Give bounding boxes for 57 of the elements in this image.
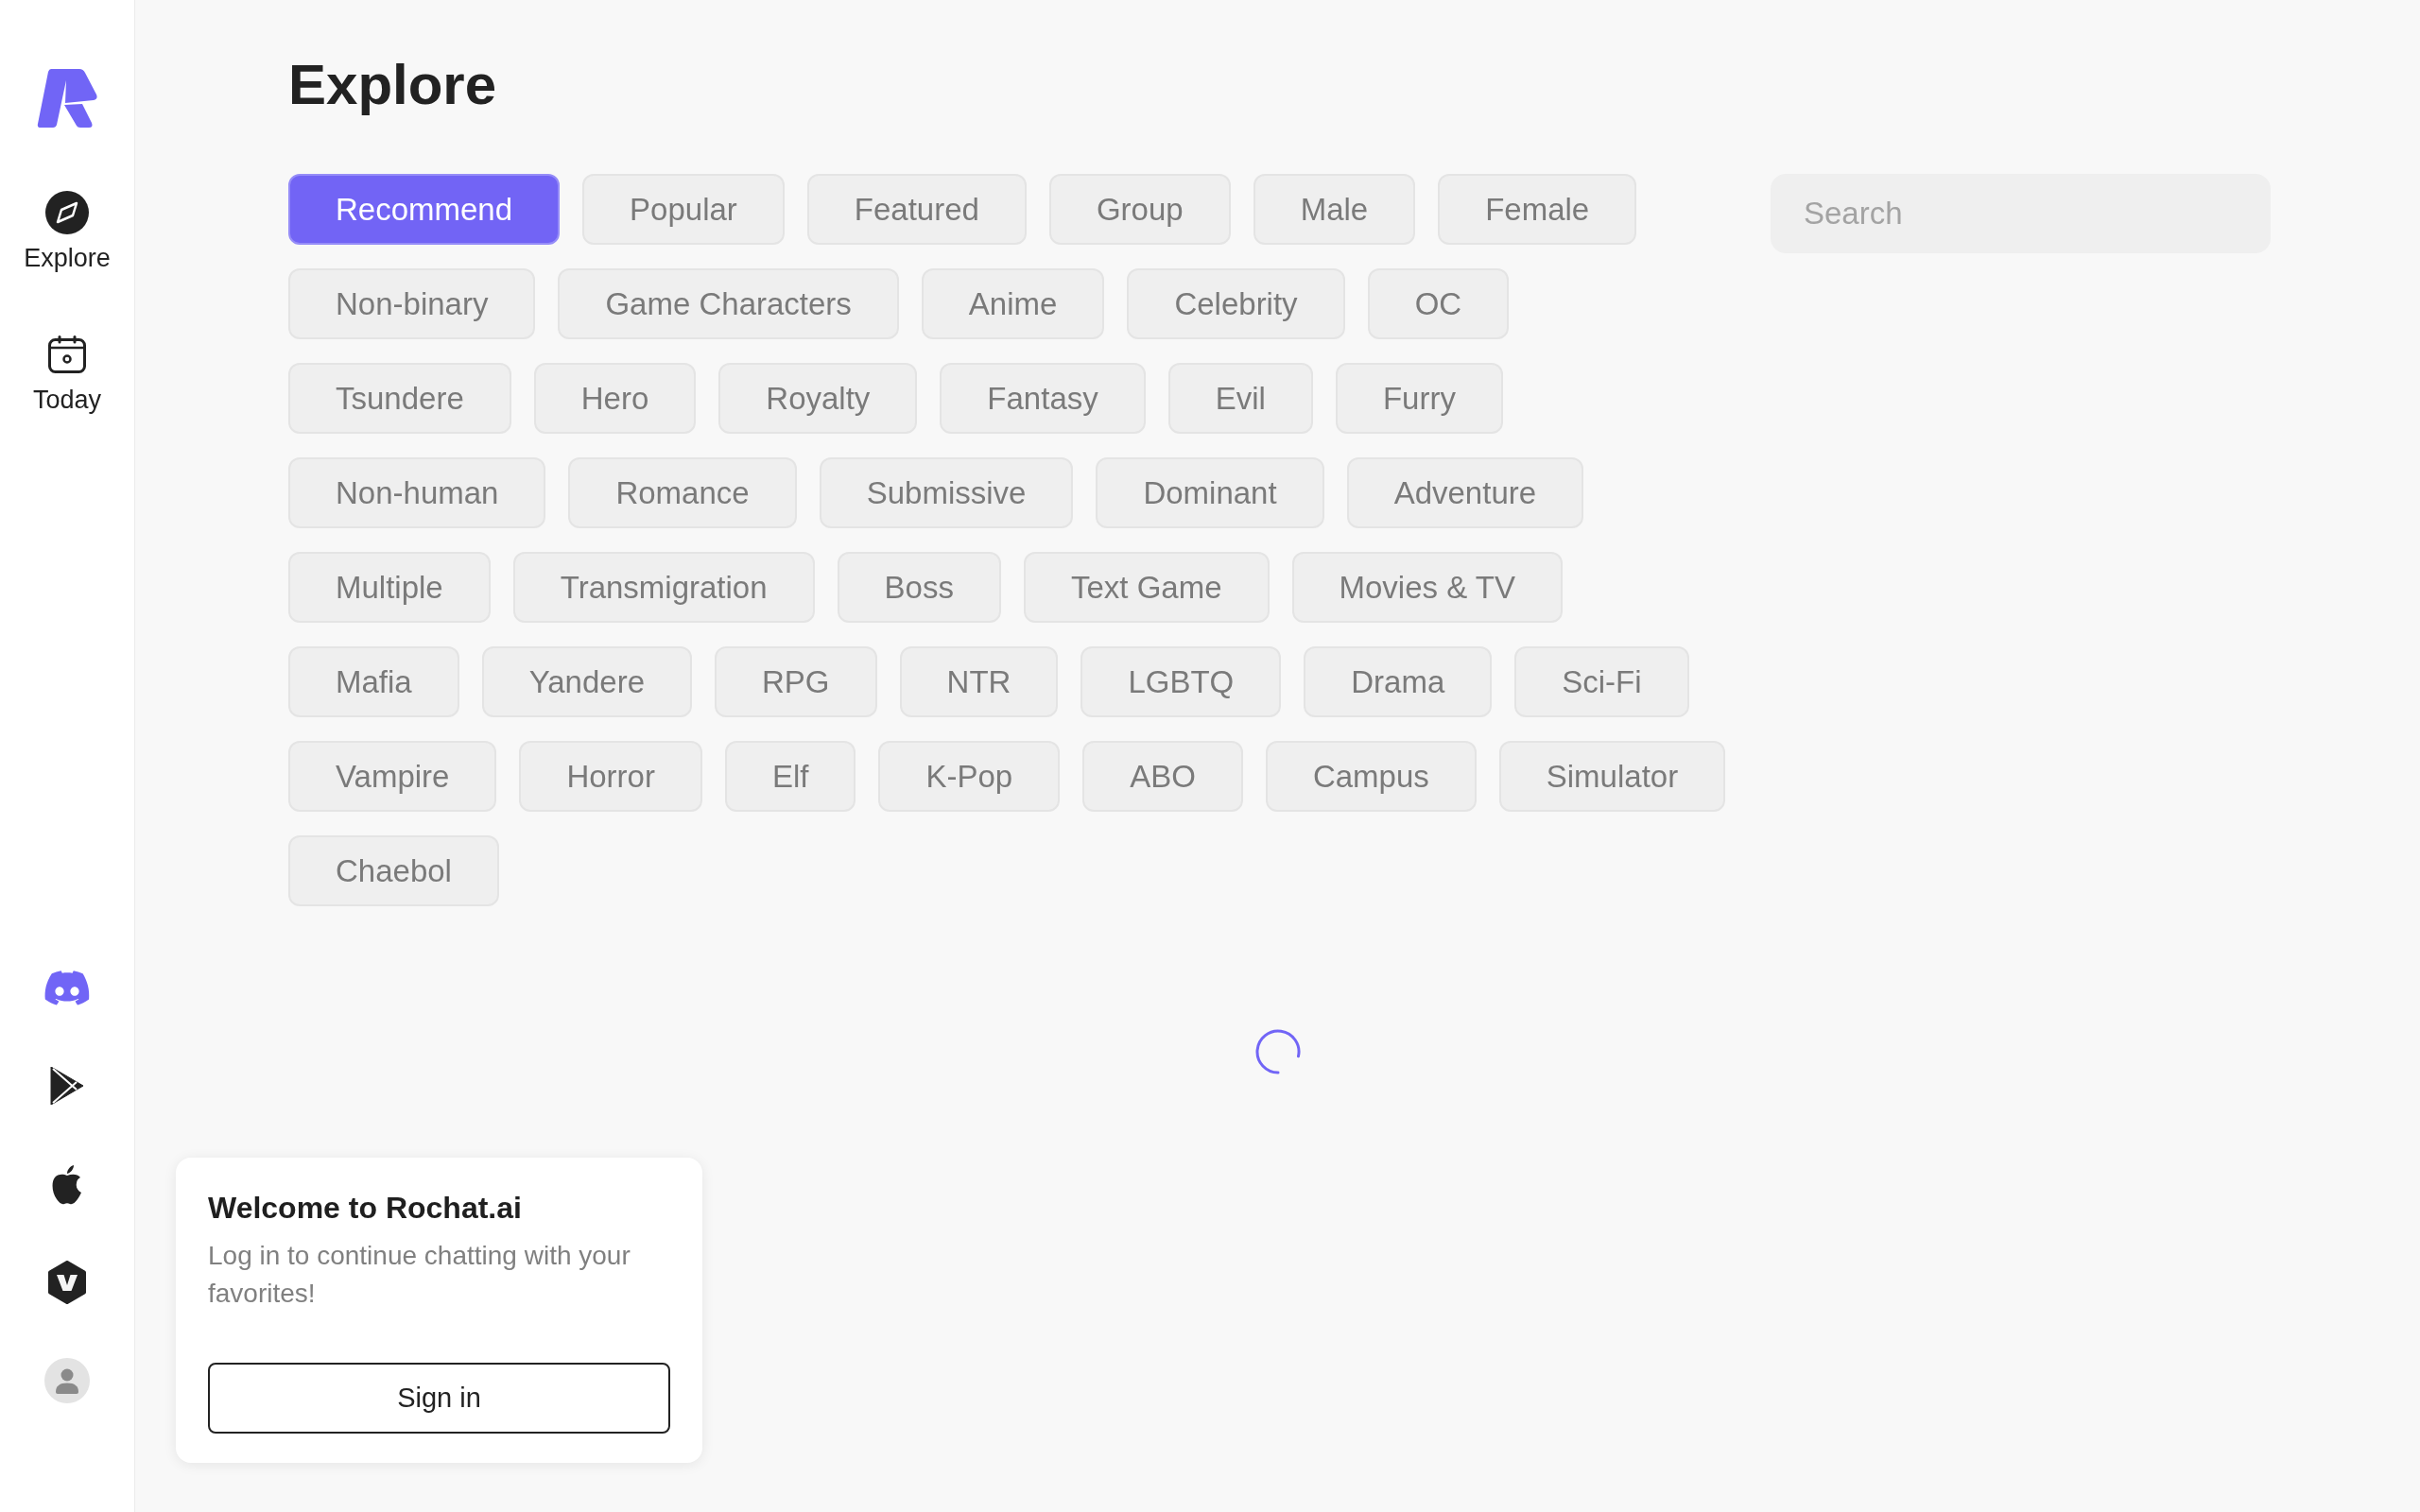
category-tag[interactable]: Non-human [288, 457, 546, 528]
welcome-message: Log in to continue chatting with your favorites! [208, 1240, 631, 1310]
compass-icon [45, 191, 89, 234]
calendar-icon [48, 335, 86, 373]
category-tag[interactable]: Vampire [288, 741, 497, 812]
category-tag[interactable]: Recommend [288, 174, 561, 245]
category-tag[interactable]: Dominant [1096, 457, 1324, 528]
category-tag[interactable]: Popular [582, 174, 785, 245]
category-tag[interactable]: Simulator [1498, 741, 1726, 812]
category-tag[interactable]: Boss [837, 552, 1001, 623]
category-tag[interactable]: Multiple [288, 552, 491, 623]
category-tag[interactable]: Group [1048, 174, 1231, 245]
category-tag[interactable]: Chaebol [288, 835, 499, 906]
category-tag[interactable]: Campus [1265, 741, 1477, 812]
category-tag[interactable]: Royalty [718, 363, 918, 434]
apple-icon[interactable] [51, 1163, 83, 1205]
category-tag[interactable]: ABO [1082, 741, 1243, 812]
category-tag[interactable]: Transmigration [512, 552, 815, 623]
page-title: Explore [288, 52, 497, 118]
category-tag[interactable]: Featured [806, 174, 1027, 245]
r-logo-icon[interactable] [37, 69, 97, 128]
sidebar-nav-item[interactable]: Explore [24, 191, 111, 273]
category-tag[interactable]: Celebrity [1127, 268, 1345, 339]
category-tag[interactable]: Romance [568, 457, 797, 528]
search-field[interactable]: Search [1771, 174, 2271, 253]
user-avatar-icon[interactable] [44, 1358, 90, 1403]
welcome-title: Welcome to Rochat.ai [208, 1190, 522, 1227]
category-tag[interactable]: Yandere [481, 646, 693, 717]
category-tag[interactable]: Evil [1167, 363, 1313, 434]
category-tag[interactable]: Game Characters [558, 268, 899, 339]
category-tag[interactable]: Male [1253, 174, 1416, 245]
category-tag[interactable]: Text Game [1023, 552, 1270, 623]
category-tag[interactable]: Horror [519, 741, 702, 812]
play-triangle-icon[interactable] [50, 1067, 84, 1105]
category-tag[interactable]: Mafia [288, 646, 459, 717]
hexagon-v-icon[interactable] [48, 1261, 86, 1304]
sign-in-button[interactable]: Sign in [208, 1363, 670, 1434]
category-tag[interactable]: RPG [715, 646, 877, 717]
category-tag[interactable]: Submissive [819, 457, 1074, 528]
category-tag[interactable]: Fantasy [940, 363, 1146, 434]
category-tag[interactable]: NTR [899, 646, 1059, 717]
category-tag[interactable]: Elf [724, 741, 856, 812]
category-tag[interactable]: Adventure [1346, 457, 1584, 528]
category-tag[interactable]: Female [1438, 174, 1637, 245]
category-tag[interactable]: OC [1367, 268, 1510, 339]
controller-face-icon[interactable] [44, 970, 90, 1005]
category-tag[interactable]: Furry [1335, 363, 1503, 434]
category-tag[interactable]: Hero [533, 363, 697, 434]
category-tag[interactable]: Movies & TV [1291, 552, 1563, 623]
category-tag[interactable]: Drama [1304, 646, 1493, 717]
category-tag[interactable]: K-Pop [878, 741, 1061, 812]
category-tag[interactable]: Anime [921, 268, 1105, 339]
sidebar-nav-item[interactable]: Today [32, 333, 101, 415]
category-tag[interactable]: Tsundere [288, 363, 511, 434]
category-tag[interactable]: Sci-Fi [1514, 646, 1689, 717]
category-tag[interactable]: LGBTQ [1080, 646, 1282, 717]
category-tag[interactable]: Non-binary [288, 268, 536, 339]
